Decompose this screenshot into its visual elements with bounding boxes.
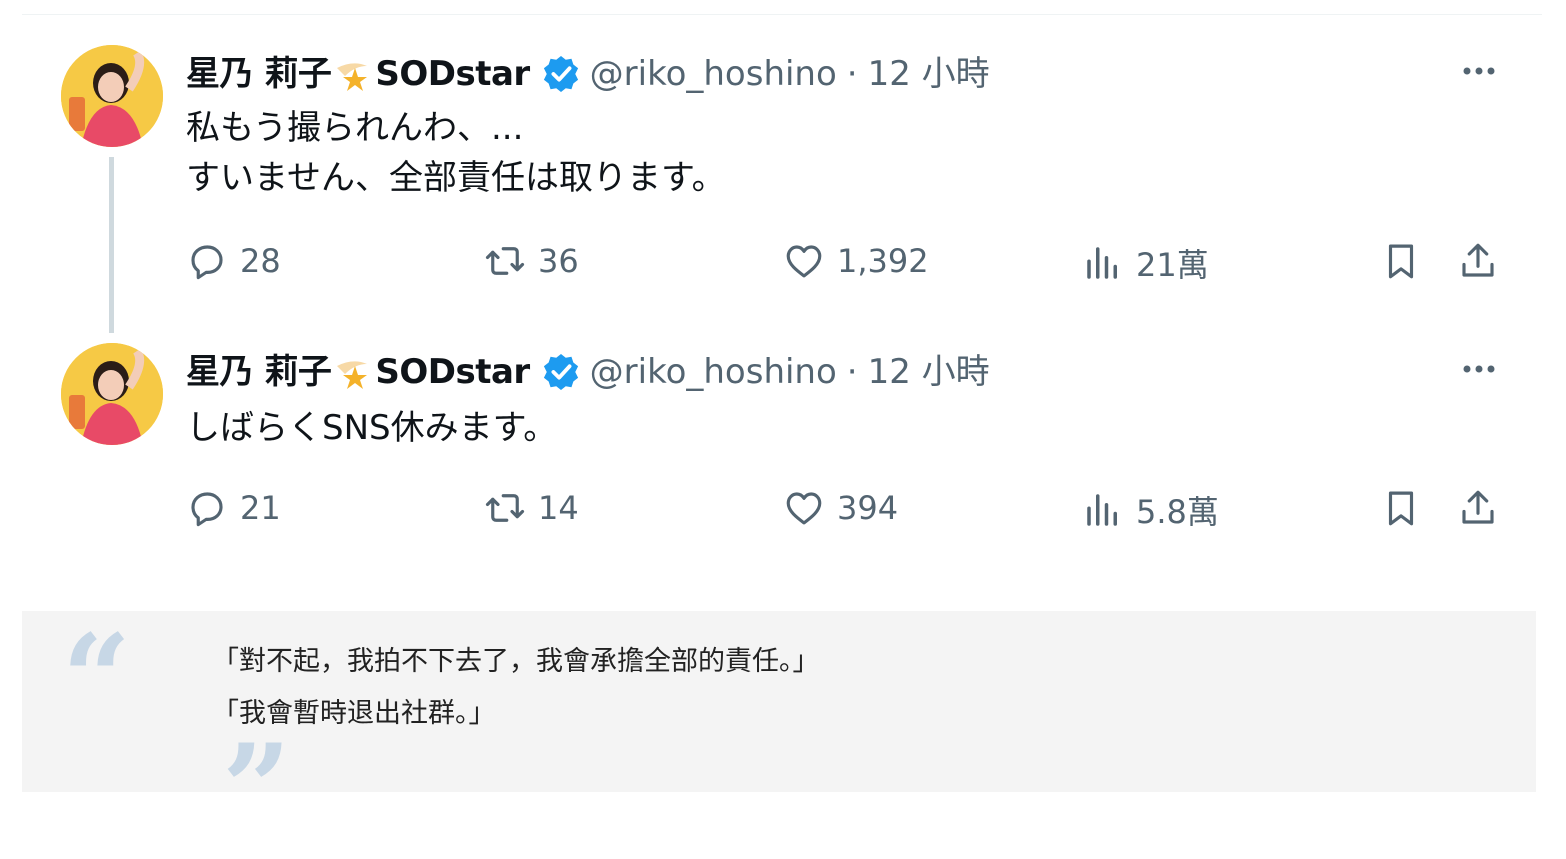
share-button[interactable] [1457,240,1499,282]
share-button[interactable] [1457,487,1499,529]
tweet-1[interactable]: 星乃 莉子 SODstar @riko_hoshino · 12 小時 私もう撮… [0,45,1566,335]
tweet-text: しばらくSNS休みます。 [186,408,558,448]
top-divider [22,14,1542,15]
views-icon [1087,247,1117,279]
more-icon[interactable] [1458,63,1500,79]
separator: · [846,352,858,392]
retweet-icon [485,494,525,522]
reply-count: 21 [240,489,281,527]
display-name[interactable]: 星乃 莉子 [186,352,332,392]
handle[interactable]: @riko_hoshino [590,352,837,392]
tweet-header: 星乃 莉子 SODstar @riko_hoshino · 12 小時 [186,52,990,96]
tweet-2[interactable]: 星乃 莉子 SODstar @riko_hoshino · 12 小時 しばらく… [0,343,1566,543]
quote-block: “ 「對不起，我拍不下去了，我會承擔全部的責任。」 「我會暫時退出社群。」 ” [22,608,1536,849]
star-icon [333,54,373,94]
views-button[interactable]: 21萬 [1082,240,1209,286]
handle[interactable]: @riko_hoshino [590,54,837,94]
verified-icon [542,353,580,391]
like-icon [786,492,822,525]
close-quote-icon: ” [222,718,292,859]
retweet-icon [485,247,525,275]
bookmark-icon [1388,491,1414,526]
view-count: 5.8萬 [1136,493,1219,531]
thread-line [109,157,114,333]
verified-icon [542,55,580,93]
display-name[interactable]: 星乃 莉子 [186,54,332,94]
share-icon [1462,490,1494,524]
tweet-header: 星乃 莉子 SODstar @riko_hoshino · 12 小時 [186,350,990,394]
bookmark-icon [1388,244,1414,279]
reply-icon [191,492,223,527]
avatar[interactable] [61,45,163,147]
like-count: 394 [837,489,899,527]
more-icon[interactable] [1458,361,1500,377]
bookmark-button[interactable] [1380,240,1422,282]
avatar[interactable] [61,343,163,445]
brand-name: SODstar [375,352,530,392]
share-icon [1462,243,1494,277]
reply-icon [191,245,223,280]
retweet-count: 14 [538,489,579,527]
like-icon [786,245,822,278]
quote-line: 「對不起，我拍不下去了，我會承擔全部的責任。」 [212,646,820,677]
like-button[interactable]: 1,392 [783,240,929,282]
reply-button[interactable]: 21 [186,487,281,529]
views-icon [1087,494,1117,526]
brand-name: SODstar [375,54,530,94]
like-count: 1,392 [837,242,929,280]
view-count: 21萬 [1136,246,1209,284]
bookmark-button[interactable] [1380,487,1422,529]
open-quote-icon: “ [62,608,132,749]
tweet-text: 私もう撮られんわ、... すいません、全部責任は取ります。 [186,108,726,198]
retweet-count: 36 [538,242,579,280]
retweet-button[interactable]: 14 [484,487,579,529]
reply-count: 28 [240,242,281,280]
timestamp[interactable]: 12 小時 [868,352,990,392]
retweet-button[interactable]: 36 [484,240,579,282]
like-button[interactable]: 394 [783,487,898,529]
separator: · [846,54,858,94]
reply-button[interactable]: 28 [186,240,281,282]
star-icon [333,352,373,392]
timestamp[interactable]: 12 小時 [868,54,990,94]
views-button[interactable]: 5.8萬 [1082,487,1219,533]
